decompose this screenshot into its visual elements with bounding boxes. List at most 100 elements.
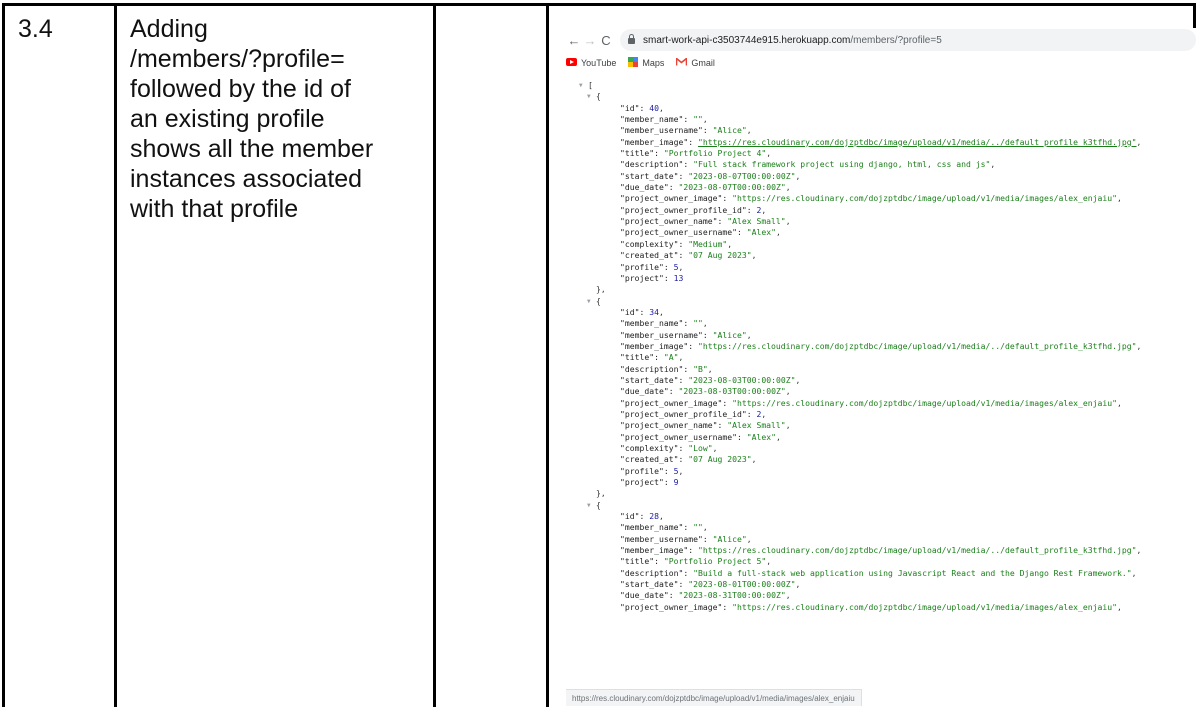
json-line-content: "project_owner_image": "https://res.clou… [620, 193, 1122, 204]
json-value: "Alex" [746, 227, 776, 238]
json-line-content: }, [596, 488, 606, 499]
maps-icon [628, 57, 639, 69]
row-number: 3.4 [18, 15, 53, 43]
arrow-right-icon[interactable]: → [582, 33, 598, 48]
json-line: "id": 28, [566, 511, 1196, 522]
json-key: "start_date": [620, 374, 689, 385]
collapse-triangle-icon[interactable]: ▼ [587, 91, 591, 102]
json-value: "Full stack framework project using djan… [693, 159, 991, 170]
json-line: "id": 34, [566, 307, 1196, 318]
json-key: "complexity": [620, 238, 689, 249]
json-value: 5 [673, 465, 679, 476]
json-line: "member_username": "Alice", [566, 125, 1196, 136]
json-key: "description": [620, 159, 694, 170]
json-line: "member_name": "", [566, 318, 1196, 329]
json-line: "created_at": "07 Aug 2023", [566, 250, 1196, 261]
json-line-content: "project": 13 [620, 273, 683, 284]
arrow-left-icon[interactable]: ← [566, 33, 582, 48]
bookmark-label: YouTube [581, 58, 617, 68]
json-value: "Low" [688, 443, 713, 453]
json-line: "member_name": "", [566, 522, 1196, 533]
collapse-triangle-icon[interactable]: ▼ [587, 296, 591, 307]
collapse-triangle-icon[interactable]: ▼ [579, 80, 583, 91]
json-line: "member_image": "https://res.cloudinary.… [566, 545, 1196, 556]
json-key: "project": [620, 477, 674, 488]
json-line-content: "member_image": "https://res.cloudinary.… [620, 340, 1142, 351]
json-line-content: "due_date": "2023-08-31T00:00:00Z", [620, 590, 791, 601]
json-line-content: "created_at": "07 Aug 2023", [620, 454, 757, 465]
collapse-triangle-icon[interactable]: ▼ [587, 500, 591, 511]
description-line: /members/?profile= [130, 45, 345, 73]
json-line-content: "project": 9 [620, 477, 678, 488]
json-value: 34 [649, 306, 659, 317]
json-value: "https://res.cloudinary.com/dojzptdbc/im… [732, 601, 1118, 612]
json-value: "Alice" [712, 533, 747, 544]
json-line: }, [566, 488, 1196, 499]
json-line: "due_date": "2023-08-31T00:00:00Z", [566, 590, 1196, 601]
json-key: "created_at": [620, 250, 689, 261]
json-line-content: "project_owner_username": "Alex", [620, 431, 781, 442]
json-value: "2023-08-07T00:00:00Z" [688, 170, 796, 181]
json-line: "description": "B", [566, 364, 1196, 375]
json-line: "title": "A", [566, 352, 1196, 363]
json-line: "project": 13 [566, 273, 1196, 284]
json-line-content: "member_name": "", [620, 522, 708, 533]
json-line-content: }, [596, 284, 606, 295]
json-line-content: "due_date": "2023-08-03T00:00:00Z", [620, 386, 791, 397]
json-value: "2023-08-01T00:00:00Z" [688, 579, 796, 590]
json-line: "due_date": "2023-08-07T00:00:00Z", [566, 182, 1196, 193]
json-value: "Alice" [712, 125, 747, 136]
json-line: "project_owner_username": "Alex", [566, 432, 1196, 443]
json-value: "Alex" [746, 431, 776, 442]
json-value: "07 Aug 2023" [688, 250, 752, 261]
json-line: }, [566, 284, 1196, 295]
json-line-content: "project_owner_username": "Alex", [620, 227, 781, 238]
bookmark-gmail[interactable]: Gmail [676, 56, 715, 68]
description-line: followed by the id of [130, 75, 351, 103]
json-line-content: "project_owner_image": "https://res.clou… [620, 601, 1122, 612]
json-value: 2 [756, 204, 762, 215]
json-line: "member_username": "Alice", [566, 534, 1196, 545]
json-line: "project_owner_profile_id": 2, [566, 409, 1196, 420]
json-line-content: "member_name": "", [620, 318, 708, 329]
json-link[interactable]: "https://res.cloudinary.com/dojzptdbc/im… [698, 137, 1137, 147]
address-bar[interactable]: smart-work-api-c3503744e915.herokuapp.co… [620, 29, 1196, 51]
bookmark-maps[interactable]: Maps [628, 57, 664, 69]
json-line-content: { [596, 499, 601, 510]
json-key: "member_image": [620, 340, 698, 351]
json-line: "member_username": "Alice", [566, 330, 1196, 341]
json-line-content: "member_image": "https://res.cloudinary.… [620, 136, 1142, 147]
json-line: "project_owner_name": "Alex Small", [566, 420, 1196, 431]
reload-icon[interactable]: C [598, 33, 614, 48]
json-key: "id": [620, 511, 650, 522]
json-line: "profile": 5, [566, 466, 1196, 477]
json-line: "project_owner_image": "https://res.clou… [566, 193, 1196, 204]
json-line-content: "member_username": "Alice", [620, 329, 752, 340]
json-key: "member_name": [620, 114, 694, 125]
json-key: "project_owner_name": [620, 216, 728, 227]
json-value: "2023-08-03T00:00:00Z" [678, 386, 786, 397]
json-key: "description": [620, 363, 694, 374]
gmail-icon [676, 56, 688, 68]
json-line: ▼{ [566, 296, 1196, 307]
json-line-content: "created_at": "07 Aug 2023", [620, 250, 757, 261]
row-description: Adding /members/?profile= followed by th… [130, 14, 430, 224]
json-value: "2023-08-03T00:00:00Z" [688, 374, 796, 385]
json-value: "Portfolio Project 4" [663, 148, 767, 159]
json-line-content: "start_date": "2023-08-01T00:00:00Z", [620, 579, 801, 590]
json-line: "description": "Full stack framework pro… [566, 159, 1196, 170]
json-value: "Medium" [688, 238, 728, 249]
json-value: "07 Aug 2023" [688, 454, 752, 465]
json-value: "https://res.cloudinary.com/dojzptdbc/im… [697, 340, 1137, 351]
json-key: "title": [620, 352, 664, 363]
json-key: "project": [620, 272, 674, 283]
bookmark-label: Maps [642, 58, 665, 68]
json-value: 40 [649, 102, 659, 113]
json-value: "Alex Small" [727, 420, 786, 431]
json-line-content: "project_owner_name": "Alex Small", [620, 420, 791, 431]
browser-screenshot: ← → C smart-work-api-c3503744e915.heroku… [566, 28, 1196, 707]
json-line: "start_date": "2023-08-03T00:00:00Z", [566, 375, 1196, 386]
bookmark-youtube[interactable]: YouTube [566, 58, 616, 68]
json-value: "" [693, 318, 703, 329]
json-key: "project_owner_name": [620, 420, 728, 431]
